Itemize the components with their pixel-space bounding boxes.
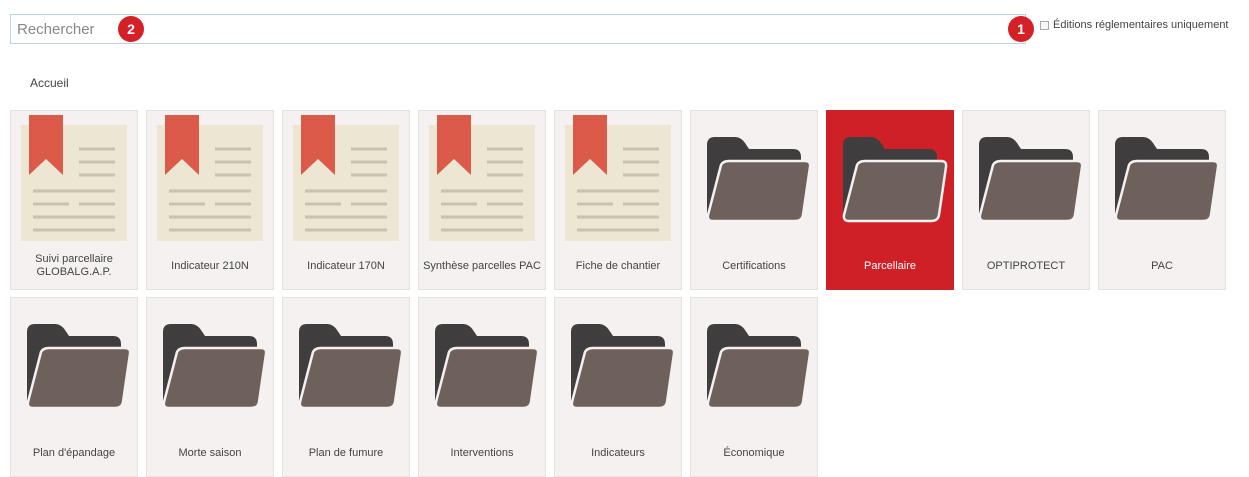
tile-label: Certifications (722, 259, 786, 272)
tile-synthèse-parcelles-pac[interactable]: Synthèse parcelles PAC (418, 110, 546, 290)
regulatory-filter-checkbox[interactable] (1040, 20, 1049, 30)
folder-icon (706, 324, 812, 410)
tile-label: Plan de fumure (308, 446, 384, 459)
tile-label: Indicateurs (591, 446, 645, 459)
tile-label: Indicateur 170N (307, 259, 385, 272)
regulatory-filter[interactable]: Éditions réglementaires uniquement (1040, 19, 1229, 31)
tile-label: Fiche de chantier (575, 259, 661, 272)
tile-suivi-parcellaire-globalg-a-p[interactable]: Suivi parcellaire GLOBALG.A.P. (10, 110, 138, 290)
search-input[interactable] (11, 15, 1025, 43)
step-marker-2: 2 (118, 16, 144, 42)
tile-certifications[interactable]: Certifications (690, 110, 818, 290)
folder-icon (706, 137, 812, 223)
tile-label: Plan d'épandage (32, 446, 116, 459)
folder-icon (162, 324, 268, 410)
folder-icon (978, 137, 1084, 223)
tile-optiprotect[interactable]: OPTIPROTECT (962, 110, 1090, 290)
tile-interventions[interactable]: Interventions (418, 297, 546, 477)
tile-label: Indicateur 210N (171, 259, 249, 272)
tile-parcellaire[interactable]: Parcellaire (826, 110, 954, 290)
folder-icon (1114, 137, 1220, 223)
folder-icon (842, 137, 948, 223)
tile-label: Parcellaire (864, 259, 916, 272)
search-field[interactable] (10, 14, 1026, 44)
breadcrumb: Accueil (30, 76, 69, 90)
tile-indicateur-210n[interactable]: Indicateur 210N (146, 110, 274, 290)
tile-label: Synthèse parcelles PAC (423, 259, 541, 272)
tile-label: OPTIPROTECT (986, 259, 1066, 272)
tile-économique[interactable]: Économique (690, 297, 818, 477)
folder-icon (26, 324, 132, 410)
breadcrumb-home-link[interactable]: Accueil (30, 76, 69, 90)
folder-icon (434, 324, 540, 410)
folder-icon (298, 324, 404, 410)
step-marker-1: 1 (1008, 16, 1034, 42)
folder-icon (570, 324, 676, 410)
tile-plan-d-épandage[interactable]: Plan d'épandage (10, 297, 138, 477)
tile-fiche-de-chantier[interactable]: Fiche de chantier (554, 110, 682, 290)
tile-label: Interventions (450, 446, 514, 459)
document-icon (21, 115, 127, 241)
tile-label: PAC (1151, 259, 1173, 272)
tile-plan-de-fumure[interactable]: Plan de fumure (282, 297, 410, 477)
tile-indicateurs[interactable]: Indicateurs (554, 297, 682, 477)
tile-indicateur-170n[interactable]: Indicateur 170N (282, 110, 410, 290)
regulatory-filter-label: Éditions réglementaires uniquement (1053, 19, 1229, 31)
document-icon (157, 115, 263, 241)
document-icon (565, 115, 671, 241)
tile-label: Morte saison (178, 446, 242, 459)
tile-morte-saison[interactable]: Morte saison (146, 297, 274, 477)
document-icon (293, 115, 399, 241)
tile-label: Suivi parcellaire GLOBALG.A.P. (35, 253, 113, 278)
tile-pac[interactable]: PAC (1098, 110, 1226, 290)
tile-label: Économique (723, 446, 785, 459)
document-icon (429, 115, 535, 241)
